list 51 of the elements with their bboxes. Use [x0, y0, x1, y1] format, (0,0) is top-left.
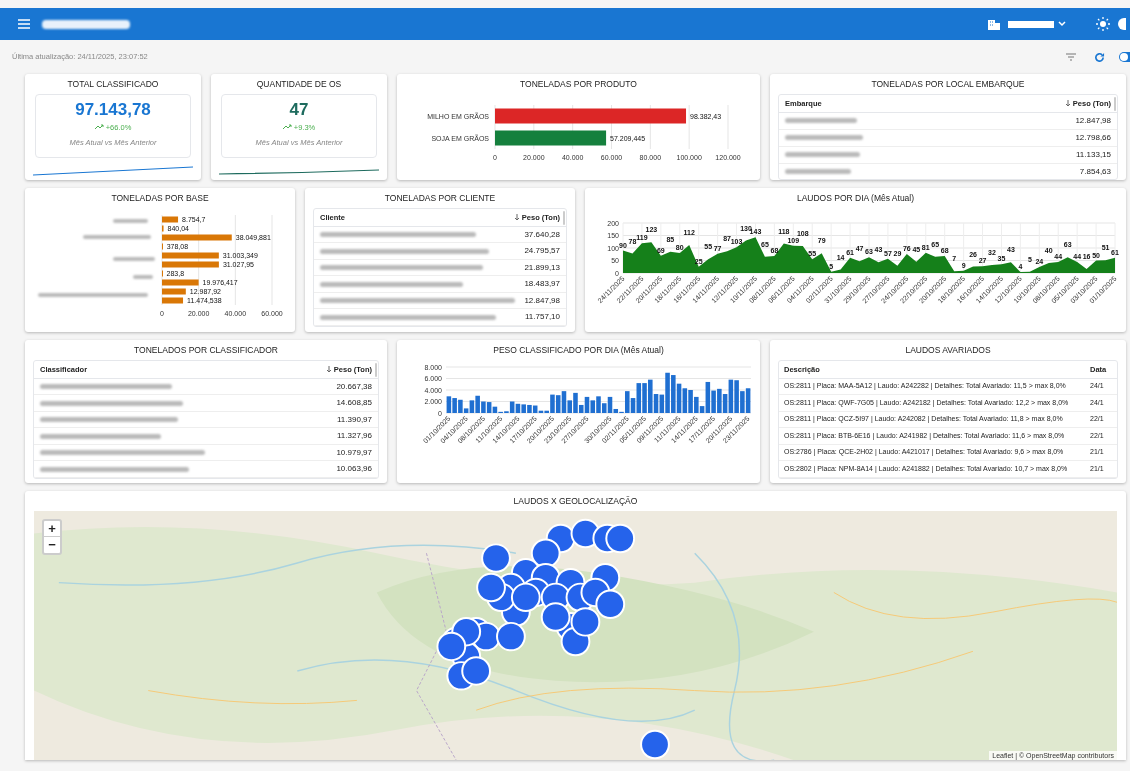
table-cell: 11.757,10	[525, 311, 560, 323]
card-title: TOTAL CLASSIFICADO	[67, 78, 159, 91]
sort-down-icon	[513, 213, 520, 221]
card-title: QUANTIDADE DE OS	[256, 78, 342, 91]
card-title: LAUDOS AVARIADOS	[905, 344, 991, 357]
menu-icon[interactable]	[18, 19, 30, 29]
zoom-out-button[interactable]: −	[44, 536, 60, 553]
zoom-in-button[interactable]: +	[44, 520, 60, 537]
trend-up-icon	[94, 124, 104, 131]
table-cell: 11.327,96	[337, 430, 372, 442]
card-title: TONELADAS POR PRODUTO	[520, 78, 637, 91]
blurred-company	[1008, 20, 1054, 28]
building-icon[interactable]	[988, 18, 1000, 30]
table-cell: 24.795,57	[524, 245, 560, 257]
chevron-down-icon	[1058, 21, 1066, 27]
table-cell: 20.667,38	[336, 380, 372, 393]
blurred-text	[113, 218, 148, 223]
company-dropdown[interactable]	[1008, 20, 1066, 28]
card-title: PESO CLASSIFICADO POR DIA (Mês Atual)	[493, 344, 664, 357]
blurred-text	[785, 118, 857, 124]
blurred-text	[133, 274, 153, 279]
table-cell: 11.390,97	[337, 413, 372, 426]
card-title: TONELADAS POR BASE	[111, 192, 209, 205]
card-title: TONELADOS POR CLASSIFICADOR	[134, 344, 278, 357]
table-cell: 11.133,15	[1076, 148, 1111, 161]
map-markers-drawing[interactable]	[436, 518, 670, 760]
trend-up-icon	[282, 124, 292, 131]
blurred-text	[83, 234, 151, 239]
blurred-text	[785, 169, 851, 175]
sun-icon[interactable]	[1096, 17, 1110, 31]
table-cell: 37.640,28	[524, 228, 560, 241]
table-cell: 10.979,97	[336, 446, 372, 459]
table-cell: 10.063,96	[336, 463, 372, 475]
kpi-value: 47	[289, 99, 309, 120]
table-cell: 12.847,98	[1075, 114, 1111, 127]
table-cell: 12.847,98	[524, 294, 560, 307]
card-title: LAUDOS POR DIA (Mês Atual)	[796, 192, 915, 205]
sort-down-icon	[325, 365, 332, 373]
table-cell: 14.608,85	[336, 397, 372, 409]
table-cell: 7.854,63	[1079, 165, 1111, 178]
table-cell: 18.483,97	[524, 278, 560, 290]
blurred-text	[113, 256, 155, 261]
auto-refresh-toggle[interactable]	[1119, 52, 1130, 62]
table-cell: 12.798,66	[1075, 131, 1111, 144]
kpi-value: 97.143,78	[75, 99, 151, 120]
refresh-icon[interactable]	[1094, 51, 1105, 63]
table-cell: 21.899,13	[524, 261, 560, 274]
card-title: TONELADAS POR CLIENTE	[384, 192, 496, 205]
card-title: TONELADAS POR LOCAL EMBARQUE	[871, 78, 1025, 91]
sort-down-icon	[1064, 99, 1071, 107]
card-title: LAUDOS X GEOLOCALIZAÇÃO	[513, 495, 638, 508]
